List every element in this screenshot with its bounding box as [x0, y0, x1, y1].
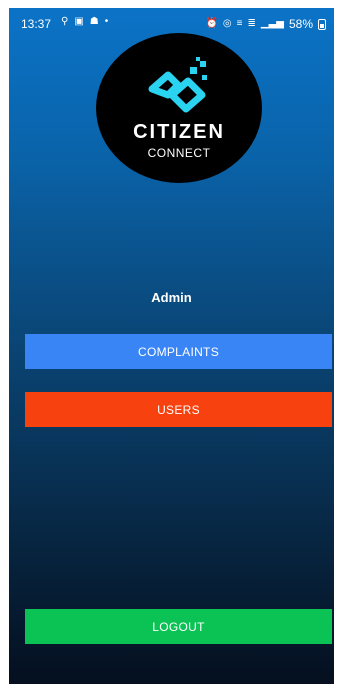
app-logo: CITIZEN CONNECT — [96, 33, 262, 183]
alarm-icon: ⏰ — [205, 18, 218, 29]
status-time: 13:37 — [21, 17, 52, 31]
battery-icon — [318, 18, 326, 30]
link-logo-icon — [148, 57, 207, 113]
status-left-icons: ⚲ ▣ ☗ • — [61, 16, 108, 28]
logout-button[interactable]: LOGOUT — [25, 609, 332, 644]
signal-icon: ▁▃▅ — [260, 18, 284, 29]
snapchat-icon: ☗ — [89, 16, 99, 27]
hotspot-icon: ◎ — [222, 18, 232, 29]
role-label: Admin — [151, 290, 192, 305]
lte-icon: ≣ — [247, 18, 256, 29]
logo-subtitle: CONNECT — [147, 146, 211, 160]
volte-icon: ≡ — [236, 18, 243, 29]
wifi-calling-icon: ⚲ — [61, 16, 69, 27]
battery-percent: 58% — [288, 17, 313, 31]
dot-icon: • — [104, 16, 109, 27]
users-button[interactable]: USERS — [25, 392, 332, 427]
image-icon: ▣ — [74, 16, 84, 27]
complaints-button[interactable]: COMPLAINTS — [25, 334, 332, 369]
app-screen: 13:37 ⚲ ▣ ☗ • ⏰ ◎ ≡ ≣ ▁▃▅ 58% CITIZEN CO… — [9, 8, 334, 684]
logo-title: CITIZEN — [133, 121, 225, 143]
status-right-icons: ⏰ ◎ ≡ ≣ ▁▃▅ 58% — [205, 17, 326, 31]
